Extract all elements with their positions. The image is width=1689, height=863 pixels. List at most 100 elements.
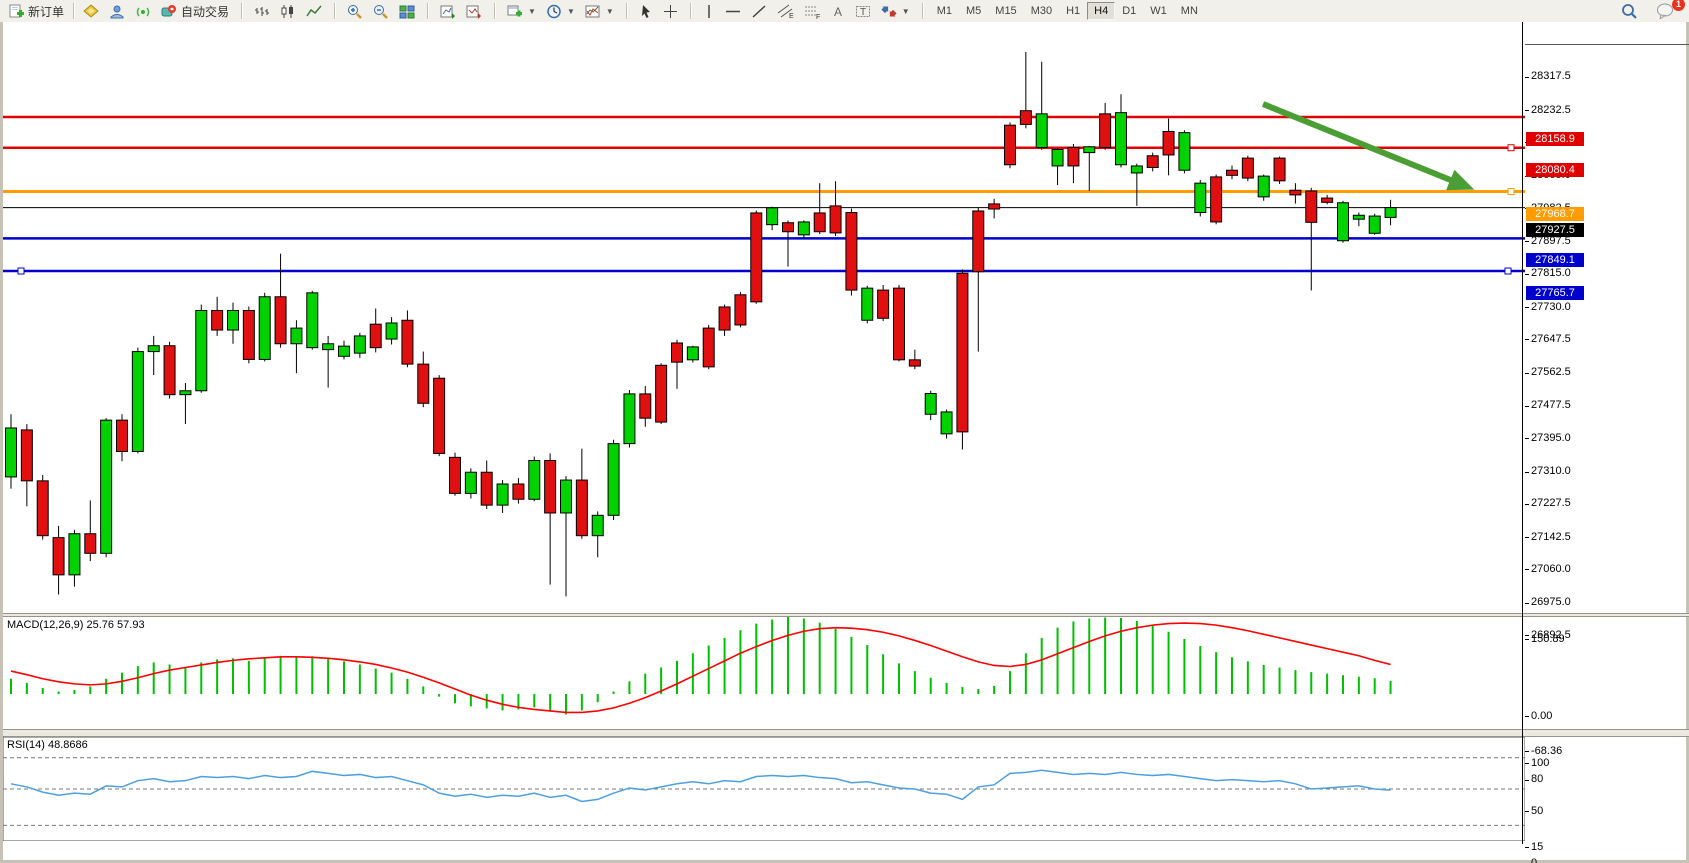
paint-bucket-button[interactable] (78, 2, 104, 20)
timeframe-M5[interactable]: M5 (959, 2, 988, 20)
candle[interactable] (1147, 153, 1158, 172)
candle[interactable] (973, 207, 984, 351)
vertical-line-tool-button[interactable] (698, 2, 720, 20)
cursor-tool-button[interactable] (634, 2, 658, 20)
search-button[interactable] (1616, 2, 1643, 20)
new-order-button[interactable]: 新订单 (3, 2, 69, 20)
timeframe-H4[interactable]: H4 (1087, 2, 1115, 20)
candle[interactable] (323, 336, 334, 388)
chat-button[interactable]: 1 (1651, 2, 1679, 20)
candle[interactable] (370, 309, 381, 353)
candle[interactable] (687, 346, 698, 363)
timeframe-MN[interactable]: MN (1174, 2, 1205, 20)
candle[interactable] (925, 391, 936, 420)
candle[interactable] (101, 418, 112, 557)
profile-button[interactable] (104, 2, 130, 20)
candle[interactable] (275, 254, 286, 348)
crosshair-tool-button[interactable] (658, 2, 683, 20)
candle[interactable] (1353, 213, 1364, 227)
timeframe-H1[interactable]: H1 (1059, 2, 1087, 20)
candle[interactable] (69, 530, 80, 587)
candle[interactable] (624, 390, 635, 448)
candle[interactable] (148, 336, 159, 375)
candle[interactable] (418, 352, 429, 408)
candle[interactable] (671, 340, 682, 389)
auto-trading-button[interactable]: 自动交易 (156, 2, 234, 20)
candle[interactable] (1274, 157, 1285, 184)
candle[interactable] (132, 348, 143, 454)
candle[interactable] (497, 480, 508, 513)
trendline-tool-button[interactable] (746, 2, 772, 20)
candle[interactable] (957, 269, 968, 449)
candle[interactable] (1004, 122, 1015, 168)
candle[interactable] (1195, 180, 1206, 216)
candle[interactable] (481, 460, 492, 509)
hline-handle[interactable] (1505, 268, 1511, 274)
candle[interactable] (640, 386, 651, 427)
candle[interactable] (513, 478, 524, 503)
candle[interactable] (1226, 166, 1237, 180)
candle[interactable] (1290, 183, 1301, 203)
candle[interactable] (703, 325, 714, 369)
text-tool-button[interactable]: A (826, 2, 850, 20)
horizontal-line-tool-button[interactable] (720, 2, 746, 20)
candle[interactable] (465, 468, 476, 498)
candle[interactable] (608, 440, 619, 520)
candle[interactable] (878, 285, 889, 321)
candle[interactable] (1036, 62, 1047, 150)
candle[interactable] (180, 383, 191, 424)
candle[interactable] (767, 207, 778, 231)
timeframe-M15[interactable]: M15 (988, 2, 1023, 20)
candle[interactable] (243, 307, 254, 364)
candle[interactable] (1179, 130, 1190, 173)
candle[interactable] (386, 317, 397, 344)
candle[interactable] (1258, 175, 1269, 201)
timeframe-M1[interactable]: M1 (930, 2, 959, 20)
candle[interactable] (338, 341, 349, 360)
candle[interactable] (37, 475, 48, 540)
candle[interactable] (1163, 119, 1174, 176)
candle[interactable] (402, 310, 413, 367)
candle[interactable] (1100, 103, 1111, 150)
candle[interactable] (1242, 156, 1253, 181)
fibonacci-tool-button[interactable]: F (799, 2, 826, 20)
candle[interactable] (227, 303, 238, 344)
candle[interactable] (259, 293, 270, 362)
candle[interactable] (576, 449, 587, 539)
candle[interactable] (449, 453, 460, 496)
tile-windows-button[interactable] (394, 2, 420, 20)
arrange-up-button[interactable] (435, 2, 461, 20)
candle[interactable] (434, 375, 445, 456)
main-chart-plot[interactable] (3, 40, 1525, 615)
timeframe-D1[interactable]: D1 (1115, 2, 1143, 20)
signal-button[interactable] (130, 2, 156, 20)
candle[interactable] (893, 285, 904, 361)
candle[interactable] (196, 305, 207, 393)
macd-panel-plot[interactable] (3, 617, 1525, 729)
candle[interactable] (989, 199, 1000, 219)
candle[interactable] (6, 414, 17, 488)
candle[interactable] (354, 333, 365, 358)
candle[interactable] (941, 410, 952, 439)
timeframe-W1[interactable]: W1 (1143, 2, 1174, 20)
zoom-out-button[interactable] (368, 2, 394, 20)
candle[interactable] (798, 220, 809, 238)
line-chart-button[interactable] (301, 2, 327, 20)
candle[interactable] (1369, 214, 1380, 235)
candle[interactable] (735, 292, 746, 327)
bar-chart-button[interactable] (249, 2, 275, 20)
candle[interactable] (1052, 148, 1063, 185)
rsi-panel-plot[interactable] (3, 737, 1525, 841)
panel-divider[interactable] (3, 729, 1689, 737)
candle[interactable] (307, 291, 318, 350)
candle[interactable] (1131, 164, 1142, 206)
candle[interactable] (1322, 195, 1333, 204)
new-chart-button[interactable]: ▼ (502, 2, 541, 20)
candle[interactable] (21, 424, 32, 506)
candle[interactable] (1211, 175, 1222, 225)
candle[interactable] (1020, 52, 1031, 128)
candle[interactable] (212, 297, 223, 336)
candle[interactable] (1068, 144, 1079, 183)
candle[interactable] (560, 476, 571, 596)
candle[interactable] (846, 209, 857, 296)
